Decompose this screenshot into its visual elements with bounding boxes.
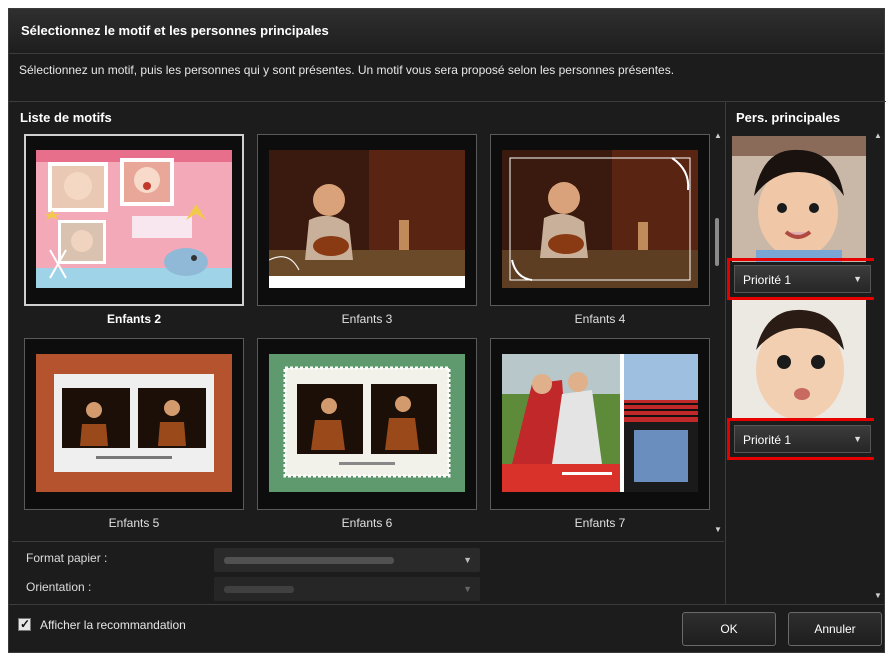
- settings-divider: [12, 541, 724, 542]
- chevron-down-icon: ▼: [463, 555, 472, 565]
- scroll-down-arrow-icon[interactable]: ▼: [874, 592, 882, 600]
- check-icon: ✓: [20, 617, 31, 631]
- orientation-select[interactable]: ▼: [214, 577, 480, 601]
- chevron-down-icon: ▼: [853, 274, 862, 284]
- show-recommendation-checkbox[interactable]: ✓: [18, 617, 31, 631]
- panel-divider: [725, 101, 726, 604]
- theme-grid: Enfants 2 Enfants 3 Enfants 4 Enfants 5 …: [12, 126, 712, 536]
- theme-card-label: Enfants 7: [574, 516, 626, 530]
- priority-select-1[interactable]: Priorité 1 ▼: [734, 265, 871, 293]
- show-recommendation-label: Afficher la recommandation: [40, 618, 186, 632]
- chevron-down-icon: ▼: [463, 584, 472, 594]
- paper-size-select[interactable]: ▼: [214, 548, 480, 572]
- theme-list-label: Liste de motifs: [20, 110, 112, 125]
- theme-thumbnail: [502, 150, 698, 288]
- theme-card-label: Enfants 3: [341, 312, 393, 326]
- instruction-text: Sélectionnez un motif, puis les personne…: [19, 63, 675, 77]
- people-scrollbar[interactable]: ▲ ▼: [874, 132, 882, 602]
- paper-size-label: Format papier :: [26, 551, 108, 565]
- person-photo: [732, 136, 866, 262]
- theme-card-label: Enfants 4: [574, 312, 626, 326]
- orientation-label: Orientation :: [26, 580, 92, 594]
- priority-highlight: Priorité 1 ▼: [727, 418, 878, 460]
- priority-select-2[interactable]: Priorité 1 ▼: [734, 425, 871, 453]
- dialog-titlebar: Sélectionnez le motif et les personnes p…: [9, 9, 884, 54]
- chevron-down-icon: ▼: [853, 434, 862, 444]
- ok-button[interactable]: OK: [682, 612, 776, 646]
- theme-thumbnail: [502, 354, 698, 492]
- scroll-up-arrow-icon[interactable]: ▲: [714, 132, 722, 140]
- priority-select-value: Priorité 1: [743, 433, 792, 447]
- theme-thumbnail: [36, 354, 232, 492]
- footer-divider: [8, 604, 885, 605]
- priority-highlight: Priorité 1 ▼: [727, 258, 878, 300]
- priority-select-value: Priorité 1: [743, 273, 792, 287]
- scroll-down-arrow-icon[interactable]: ▼: [714, 526, 722, 534]
- theme-thumbnail: [36, 150, 232, 288]
- theme-list-scrollbar[interactable]: ▲ ▼: [714, 132, 722, 536]
- theme-thumbnail: [269, 150, 465, 288]
- dialog-title: Sélectionnez le motif et les personnes p…: [21, 23, 329, 38]
- people-section-label: Pers. principales: [736, 110, 841, 125]
- blurred-value: [224, 557, 394, 564]
- scrollbar-thumb[interactable]: [715, 218, 719, 266]
- divider: [9, 101, 886, 102]
- theme-card-label: Enfants 2: [106, 312, 161, 326]
- scroll-up-arrow-icon[interactable]: ▲: [874, 132, 882, 140]
- theme-thumbnail: [269, 354, 465, 492]
- theme-card-label: Enfants 5: [108, 516, 160, 530]
- blurred-value: [224, 586, 294, 593]
- theme-card-label: Enfants 6: [341, 516, 393, 530]
- person-photo: [732, 300, 866, 420]
- cancel-button[interactable]: Annuler: [788, 612, 882, 646]
